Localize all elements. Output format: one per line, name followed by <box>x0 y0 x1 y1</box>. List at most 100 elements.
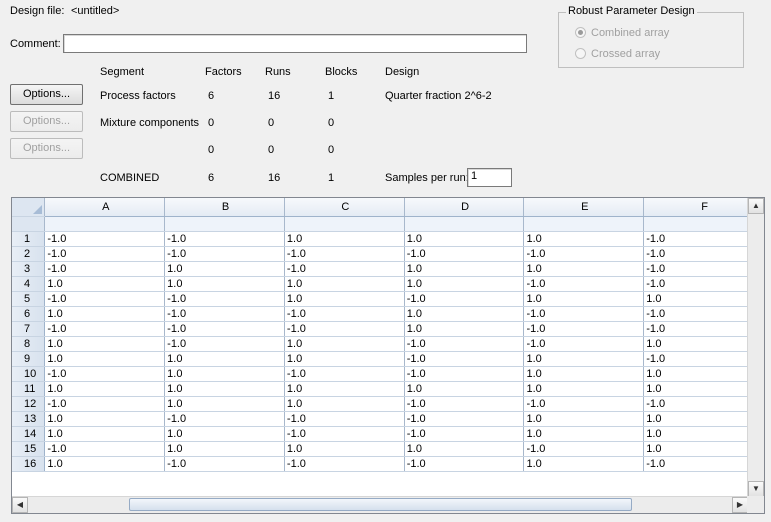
table-row[interactable]: 14 1.0 1.0 -1.0 -1.0 1.0 1.0 <box>12 426 764 442</box>
column-header-a[interactable]: A <box>44 198 166 217</box>
grid-cell[interactable]: -1.0 <box>404 351 525 367</box>
table-row[interactable]: 7 -1.0 -1.0 -1.0 1.0 -1.0 -1.0 <box>12 321 764 337</box>
grid-cell[interactable]: -1.0 <box>523 276 645 292</box>
grid-cell[interactable]: -1.0 <box>284 456 405 472</box>
arrow-right-icon[interactable]: ▶ <box>732 497 748 513</box>
grid-cell[interactable]: -1.0 <box>643 321 764 337</box>
table-row[interactable]: 15 -1.0 1.0 1.0 1.0 -1.0 1.0 <box>12 441 764 457</box>
grid-cell[interactable]: -1.0 <box>44 231 166 247</box>
row-header[interactable]: 15 <box>12 441 46 457</box>
column-subheader[interactable] <box>404 216 525 232</box>
grid-cell[interactable]: 1.0 <box>164 381 285 397</box>
row-header[interactable]: 1 <box>12 231 46 247</box>
row-header[interactable]: 7 <box>12 321 46 337</box>
grid-cell[interactable]: 1.0 <box>164 366 285 382</box>
column-header-f[interactable]: F <box>643 198 764 217</box>
grid-cell[interactable]: -1.0 <box>404 246 525 262</box>
row-header[interactable]: 10 <box>12 366 46 382</box>
row-header[interactable]: 14 <box>12 426 46 442</box>
grid-cell[interactable]: -1.0 <box>44 246 166 262</box>
crossed-array-radio[interactable]: Crossed array <box>575 48 660 60</box>
row-header[interactable]: 5 <box>12 291 46 307</box>
grid-cell[interactable]: 1.0 <box>523 411 645 427</box>
grid-cell[interactable]: -1.0 <box>44 366 166 382</box>
grid-cell[interactable]: -1.0 <box>404 291 525 307</box>
grid-cell[interactable]: -1.0 <box>164 306 285 322</box>
row-header[interactable]: 8 <box>12 336 46 352</box>
grid-cell[interactable]: 1.0 <box>284 396 405 412</box>
table-row[interactable]: 4 1.0 1.0 1.0 1.0 -1.0 -1.0 <box>12 276 764 292</box>
grid-cell[interactable]: -1.0 <box>164 336 285 352</box>
column-subheader[interactable] <box>44 216 166 232</box>
column-subheader[interactable] <box>284 216 405 232</box>
grid-cell[interactable]: 1.0 <box>164 396 285 412</box>
grid-cell[interactable]: -1.0 <box>643 231 764 247</box>
table-row[interactable]: 9 1.0 1.0 1.0 -1.0 1.0 -1.0 <box>12 351 764 367</box>
grid-cell[interactable]: -1.0 <box>523 321 645 337</box>
grid-cell[interactable]: -1.0 <box>523 306 645 322</box>
grid-cell[interactable]: 1.0 <box>523 351 645 367</box>
grid-cell[interactable]: -1.0 <box>643 456 764 472</box>
grid-cell[interactable]: 1.0 <box>523 291 645 307</box>
grid-cell[interactable]: -1.0 <box>643 396 764 412</box>
grid-cell[interactable]: 1.0 <box>164 276 285 292</box>
grid-cell[interactable]: 1.0 <box>44 276 166 292</box>
grid-cell[interactable]: 1.0 <box>284 231 405 247</box>
grid-cell[interactable]: -1.0 <box>164 231 285 247</box>
grid-cell[interactable]: -1.0 <box>643 246 764 262</box>
grid-cell[interactable]: -1.0 <box>284 426 405 442</box>
grid-cell[interactable]: 1.0 <box>523 426 645 442</box>
grid-cell[interactable]: -1.0 <box>164 411 285 427</box>
grid-cell[interactable]: -1.0 <box>523 246 645 262</box>
grid-cell[interactable]: 1.0 <box>523 261 645 277</box>
table-row[interactable]: 11 1.0 1.0 1.0 1.0 1.0 1.0 <box>12 381 764 397</box>
arrow-up-icon[interactable]: ▲ <box>748 198 764 214</box>
table-row[interactable]: 1 -1.0 -1.0 1.0 1.0 1.0 -1.0 <box>12 231 764 247</box>
grid-cell[interactable]: -1.0 <box>44 321 166 337</box>
column-subheader[interactable] <box>523 216 645 232</box>
grid-cell[interactable]: 1.0 <box>643 411 764 427</box>
table-row[interactable]: 5 -1.0 -1.0 1.0 -1.0 1.0 1.0 <box>12 291 764 307</box>
row-header[interactable]: 16 <box>12 456 46 472</box>
grid-cell[interactable]: 1.0 <box>404 261 525 277</box>
column-header-e[interactable]: E <box>523 198 645 217</box>
grid-cell[interactable]: 1.0 <box>44 411 166 427</box>
row-header[interactable]: 3 <box>12 261 46 277</box>
grid-cell[interactable]: -1.0 <box>404 396 525 412</box>
grid-cell[interactable]: -1.0 <box>404 336 525 352</box>
grid-cell[interactable]: -1.0 <box>523 441 645 457</box>
grid-cell[interactable]: -1.0 <box>164 291 285 307</box>
grid-cell[interactable]: 1.0 <box>404 381 525 397</box>
row-header[interactable]: 12 <box>12 396 46 412</box>
samples-per-run-field[interactable]: 1 <box>467 168 512 187</box>
grid-cell[interactable]: 1.0 <box>284 351 405 367</box>
grid-cell[interactable]: -1.0 <box>404 366 525 382</box>
design-grid[interactable]: A B C D E F 1 -1.0 -1.0 1.0 1.0 1.0 -1.0 2 -1.0-… <box>11 197 765 514</box>
grid-cell[interactable]: -1.0 <box>523 336 645 352</box>
grid-cell[interactable]: -1.0 <box>643 261 764 277</box>
grid-cell[interactable]: -1.0 <box>44 441 166 457</box>
comment-field[interactable] <box>63 34 527 53</box>
grid-cell[interactable]: 1.0 <box>523 366 645 382</box>
grid-cell[interactable]: 1.0 <box>643 381 764 397</box>
grid-cell[interactable]: -1.0 <box>523 396 645 412</box>
grid-cell[interactable]: -1.0 <box>284 411 405 427</box>
select-all-corner[interactable] <box>12 198 46 217</box>
grid-cell[interactable]: 1.0 <box>284 276 405 292</box>
grid-cell[interactable]: -1.0 <box>643 306 764 322</box>
grid-cell[interactable]: 1.0 <box>284 336 405 352</box>
column-header-d[interactable]: D <box>404 198 525 217</box>
grid-cell[interactable]: 1.0 <box>643 336 764 352</box>
grid-cell[interactable]: 1.0 <box>44 426 166 442</box>
grid-cell[interactable]: 1.0 <box>44 336 166 352</box>
grid-cell[interactable]: -1.0 <box>284 261 405 277</box>
grid-cell[interactable]: 1.0 <box>164 441 285 457</box>
table-row[interactable]: 10 -1.0 1.0 -1.0 -1.0 1.0 1.0 <box>12 366 764 382</box>
row-header[interactable]: 9 <box>12 351 46 367</box>
grid-cell[interactable]: -1.0 <box>404 426 525 442</box>
vertical-scrollbar[interactable]: ▲ ▼ <box>747 198 764 497</box>
grid-cell[interactable]: 1.0 <box>404 306 525 322</box>
grid-cell[interactable]: 1.0 <box>643 291 764 307</box>
row-header[interactable]: 11 <box>12 381 46 397</box>
grid-cell[interactable]: 1.0 <box>404 231 525 247</box>
